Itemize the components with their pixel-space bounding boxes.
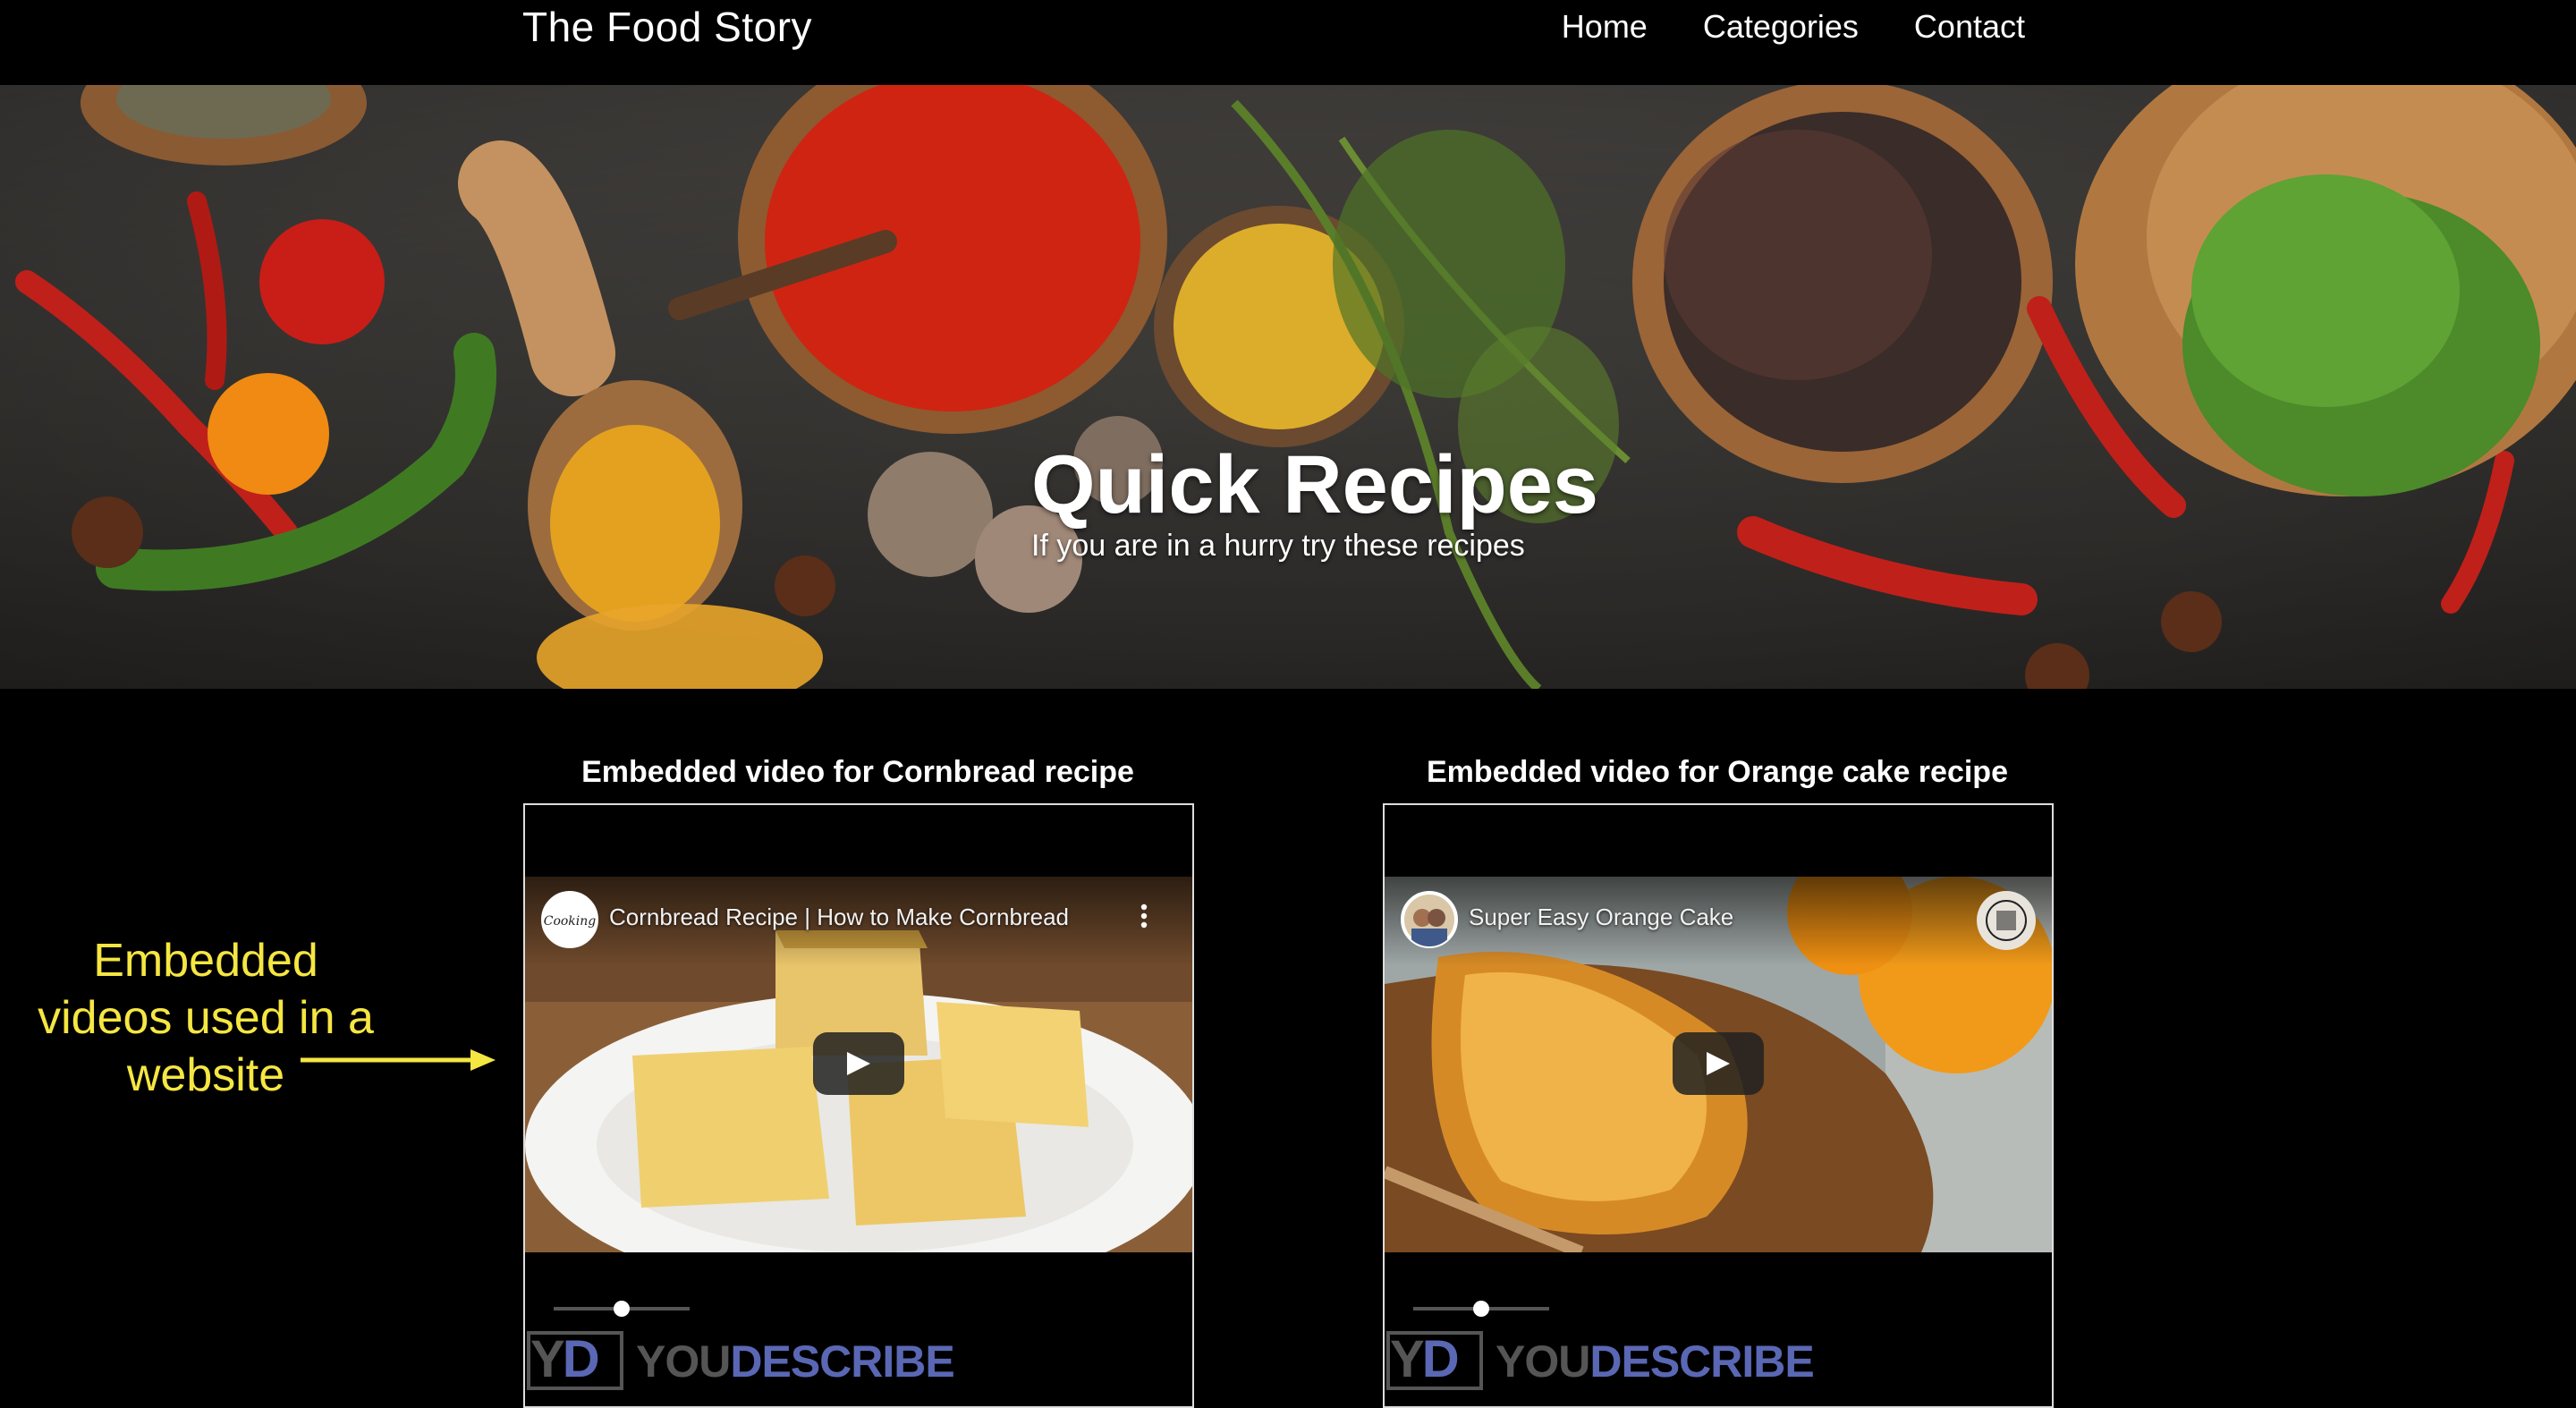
youdescribe-logo: YD YOUDESCRIBE (1385, 1327, 1815, 1399)
play-button[interactable] (1673, 1032, 1764, 1095)
hero-title: Quick Recipes (1031, 439, 1599, 530)
video-player-orange-cake[interactable]: Super Easy Orange Cake YD YOUDESCRIBE (1383, 803, 2054, 1408)
video-thumbnail-cornbread[interactable]: Cooking Cornbread Recipe | How to Make C… (525, 877, 1192, 1252)
youdescribe-logo: YD YOUDESCRIBE (525, 1327, 955, 1399)
play-icon (1707, 1052, 1730, 1075)
video-thumbnail-orange-cake[interactable]: Super Easy Orange Cake (1385, 877, 2052, 1252)
site-brand[interactable]: The Food Story (522, 0, 812, 54)
channel-avatar[interactable] (1401, 891, 1458, 948)
nav-categories-link[interactable]: Categories (1703, 0, 1859, 54)
svg-text:Cooking: Cooking (544, 914, 597, 929)
video-heading-orange-cake: Embedded video for Orange cake recipe (1426, 755, 2008, 789)
slider-knob[interactable] (614, 1301, 630, 1317)
hero-subtitle: If you are in a hurry try these recipes (1031, 529, 1525, 563)
more-vert-icon[interactable] (1140, 903, 1148, 929)
spices-background-image (15, 85, 2576, 689)
nav-home-link[interactable]: Home (1562, 0, 1648, 54)
video-title[interactable]: Super Easy Orange Cake (1469, 902, 1733, 932)
audio-description-slider[interactable] (554, 1295, 690, 1322)
annotation-callout: Embedded videos used in a website (18, 932, 394, 1104)
play-icon (847, 1052, 870, 1075)
slider-knob[interactable] (1473, 1301, 1489, 1317)
video-title[interactable]: Cornbread Recipe | How to Make Cornbread (609, 902, 1069, 932)
channel-logo-right[interactable] (1977, 891, 2036, 950)
main-nav: Home Categories Contact (1562, 0, 2025, 54)
top-nav-bar: The Food Story Home Categories Contact (0, 0, 2576, 85)
play-button[interactable] (813, 1032, 904, 1095)
channel-avatar[interactable]: Cooking (541, 891, 598, 948)
annotation-line-1: Embedded (93, 935, 318, 987)
hero-banner: Quick Recipes If you are in a hurry try … (0, 85, 2576, 689)
nav-contact-link[interactable]: Contact (1914, 0, 2025, 54)
video-heading-cornbread: Embedded video for Cornbread recipe (581, 755, 1134, 789)
arrow-right-icon (301, 1049, 496, 1071)
annotation-line-2: videos used in a (38, 992, 374, 1044)
video-player-cornbread[interactable]: Cooking Cornbread Recipe | How to Make C… (523, 803, 1194, 1408)
audio-description-slider[interactable] (1413, 1295, 1549, 1322)
